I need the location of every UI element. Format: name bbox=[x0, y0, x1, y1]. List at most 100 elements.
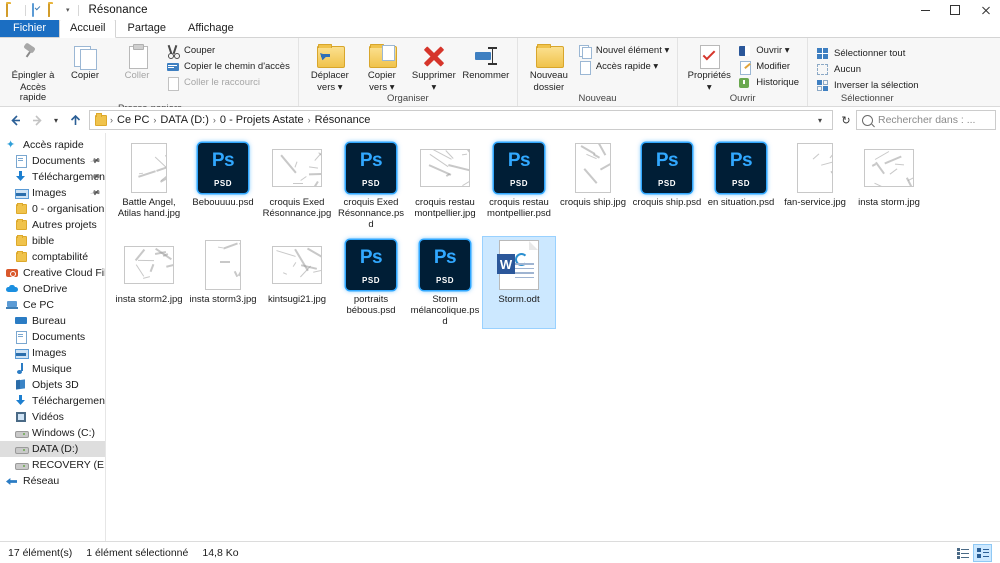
breadcrumb-item-data-d[interactable]: DATA (D:) bbox=[157, 114, 211, 126]
sidebar-item-data-d[interactable]: DATA (D:) bbox=[0, 441, 105, 457]
sidebar-item-documents[interactable]: Documents 📌 bbox=[0, 153, 105, 169]
file-item[interactable]: croquis Exed Résonnance.jpg bbox=[260, 139, 334, 232]
new-item-button[interactable]: Nouvel élément ▾ bbox=[575, 43, 672, 59]
large-icons-view-button[interactable] bbox=[973, 543, 992, 562]
breadcrumb-item-resonance[interactable]: Résonance bbox=[312, 114, 374, 126]
select-none-button[interactable]: Aucun bbox=[813, 62, 921, 77]
image-thumbnail bbox=[420, 149, 470, 187]
sidebar-item-recovery-e[interactable]: RECOVERY (E:) bbox=[0, 457, 105, 473]
delete-button[interactable]: Supprimer ▾ bbox=[408, 41, 460, 93]
maximize-button[interactable] bbox=[940, 0, 970, 20]
new-folder-icon[interactable] bbox=[48, 2, 61, 17]
details-view-button[interactable] bbox=[954, 545, 971, 561]
edit-button[interactable]: Modifier bbox=[735, 59, 802, 75]
file-item[interactable]: Battle Angel, Atilas hand.jpg bbox=[112, 139, 186, 232]
file-thumbnail: Ps PSD bbox=[339, 142, 403, 194]
folder-icon[interactable] bbox=[6, 2, 19, 17]
copy-path-button[interactable]: Copier le chemin d'accès bbox=[163, 59, 293, 74]
sidebar-item-ce-pc[interactable]: Ce PC bbox=[0, 297, 105, 313]
pin-icon[interactable]: 📌 bbox=[90, 187, 102, 199]
title-bar: ▾ Résonance bbox=[0, 0, 1000, 20]
up-button[interactable] bbox=[64, 109, 86, 131]
sidebar-item-windows-c[interactable]: Windows (C:) bbox=[0, 425, 105, 441]
sidebar-item-vid-os[interactable]: Vidéos bbox=[0, 409, 105, 425]
sidebar-item-objets-3d[interactable]: Objets 3D bbox=[0, 377, 105, 393]
easy-access-button[interactable]: Accès rapide ▾ bbox=[575, 59, 672, 75]
file-name: Bebouuuu.psd bbox=[192, 197, 254, 208]
file-item[interactable]: Ps PSD croquis ship.psd bbox=[630, 139, 704, 232]
photoshop-psd-icon: Ps PSD bbox=[716, 143, 766, 193]
sidebar-item-label: comptabilité bbox=[32, 251, 89, 263]
search-input[interactable]: Rechercher dans : ... bbox=[856, 110, 996, 130]
file-item[interactable]: Ps PSD croquis restau montpellier.psd bbox=[482, 139, 556, 232]
rename-button[interactable]: Renommer bbox=[460, 41, 512, 81]
file-item[interactable]: insta storm3.jpg bbox=[186, 236, 260, 329]
properties-button[interactable]: Propriétés ▾ bbox=[683, 41, 735, 93]
select-all-button[interactable]: Sélectionner tout bbox=[813, 46, 921, 61]
sidebar-item-0-organisation[interactable]: 0 - organisation bbox=[0, 201, 105, 217]
file-item[interactable]: kintsugi21.jpg bbox=[260, 236, 334, 329]
file-item[interactable]: insta storm2.jpg bbox=[112, 236, 186, 329]
file-item[interactable]: Ps PSD Bebouuuu.psd bbox=[186, 139, 260, 232]
sidebar-item-autres-projets[interactable]: Autres projets bbox=[0, 217, 105, 233]
file-item[interactable]: Ps PSD Storm mélancolique.psd bbox=[408, 236, 482, 329]
close-button[interactable] bbox=[970, 0, 1000, 20]
cut-button[interactable]: Couper bbox=[163, 43, 293, 59]
paste-shortcut-button[interactable]: Coller le raccourci bbox=[163, 75, 293, 91]
paste-button[interactable]: Coller bbox=[111, 41, 163, 81]
sidebar-item-r-seau[interactable]: Réseau bbox=[0, 473, 105, 489]
chevron-down-icon[interactable]: ▾ bbox=[812, 116, 828, 125]
file-item[interactable]: croquis restau montpellier.jpg bbox=[408, 139, 482, 232]
file-list-view[interactable]: Battle Angel, Atilas hand.jpg Ps PSD Bebouu… bbox=[106, 133, 1000, 541]
file-thumbnail bbox=[265, 239, 329, 291]
image-thumbnail bbox=[124, 246, 174, 284]
file-item-selected[interactable]: W Storm.odt bbox=[482, 236, 556, 329]
back-button[interactable] bbox=[4, 109, 26, 131]
minimize-button[interactable] bbox=[910, 0, 940, 20]
sidebar-item-t-l-chargements[interactable]: Téléchargements bbox=[0, 393, 105, 409]
pin-to-quick-access-button[interactable]: Épingler à Accès rapide bbox=[7, 41, 59, 103]
recent-locations-button[interactable]: ▾ bbox=[48, 109, 64, 131]
breadcrumb-item-projets-astate[interactable]: 0 - Projets Astate bbox=[217, 114, 307, 126]
forward-button[interactable] bbox=[26, 109, 48, 131]
new-folder-button[interactable]: Nouveau dossier bbox=[523, 41, 575, 93]
sidebar-item-images[interactable]: Images 📌 bbox=[0, 185, 105, 201]
sidebar-item-onedrive[interactable]: OneDrive bbox=[0, 281, 105, 297]
copy-button[interactable]: Copier bbox=[59, 41, 111, 81]
tab-accueil[interactable]: Accueil bbox=[59, 19, 117, 38]
sidebar-item-acc-s-rapide[interactable]: ✦ Accès rapide bbox=[0, 137, 105, 153]
move-to-button[interactable]: Déplacer vers ▾ bbox=[304, 41, 356, 93]
copy-to-button[interactable]: Copier vers ▾ bbox=[356, 41, 408, 93]
properties-checkbox-icon[interactable] bbox=[32, 2, 45, 17]
file-item[interactable]: croquis ship.jpg bbox=[556, 139, 630, 232]
tab-fichier[interactable]: Fichier bbox=[0, 20, 60, 37]
rename-icon bbox=[473, 43, 499, 69]
file-item[interactable]: Ps PSD en situation.psd bbox=[704, 139, 778, 232]
pin-icon[interactable]: 📌 bbox=[90, 155, 102, 167]
invert-selection-button[interactable]: Inverser la sélection bbox=[813, 78, 921, 93]
new-item-icon bbox=[578, 44, 592, 59]
file-grid: Battle Angel, Atilas hand.jpg Ps PSD Bebouu… bbox=[106, 133, 1000, 333]
photoshop-psd-icon: Ps PSD bbox=[642, 143, 692, 193]
sidebar-item-images[interactable]: Images bbox=[0, 345, 105, 361]
file-item[interactable]: fan-service.jpg bbox=[778, 139, 852, 232]
file-item[interactable]: Ps PSD croquis Exed Résonnance.psd bbox=[334, 139, 408, 232]
file-item[interactable]: Ps PSD portraits bébous.psd bbox=[334, 236, 408, 329]
sidebar-item-bureau[interactable]: Bureau bbox=[0, 313, 105, 329]
breadcrumb-item-ce-pc[interactable]: Ce PC bbox=[114, 114, 152, 126]
history-icon bbox=[738, 76, 752, 90]
tab-partage[interactable]: Partage bbox=[116, 20, 177, 37]
sidebar-item-musique[interactable]: Musique bbox=[0, 361, 105, 377]
sidebar-item-bible[interactable]: bible bbox=[0, 233, 105, 249]
quick-access-dropdown-icon[interactable]: ▾ bbox=[64, 7, 72, 14]
sidebar-item-creative-cloud-files[interactable]: Creative Cloud Files bbox=[0, 265, 105, 281]
breadcrumb[interactable]: › Ce PC › DATA (D:) › 0 - Projets Astate… bbox=[89, 110, 833, 130]
tab-affichage[interactable]: Affichage bbox=[177, 20, 245, 37]
refresh-button[interactable]: ↻ bbox=[836, 110, 856, 130]
sidebar-item-comptabilit[interactable]: comptabilité bbox=[0, 249, 105, 265]
open-button[interactable]: Ouvrir ▾ bbox=[735, 43, 802, 58]
file-item[interactable]: insta storm.jpg bbox=[852, 139, 926, 232]
sidebar-item-t-l-chargements[interactable]: Téléchargements📌 bbox=[0, 169, 105, 185]
sidebar-item-documents[interactable]: Documents bbox=[0, 329, 105, 345]
history-button[interactable]: Historique bbox=[735, 75, 802, 90]
